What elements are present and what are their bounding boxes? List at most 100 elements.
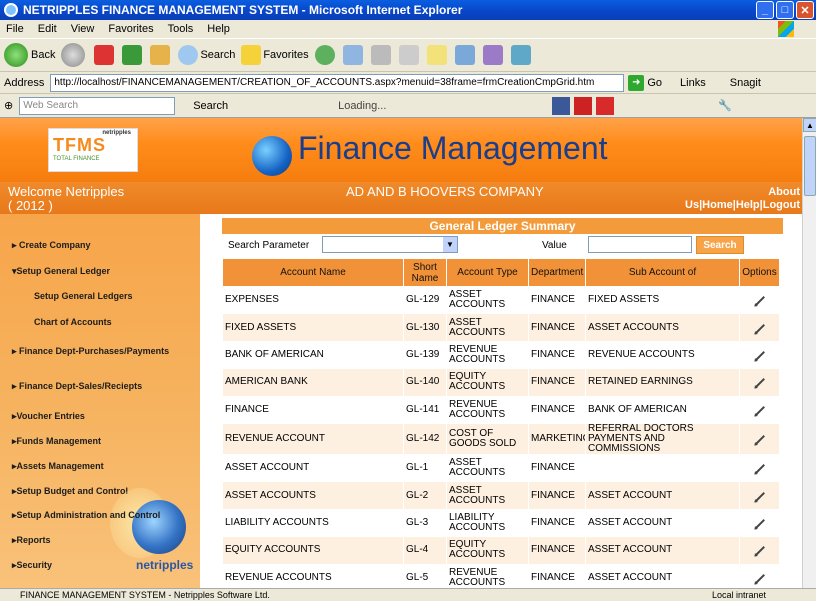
favorites-button[interactable]: Favorites bbox=[241, 45, 309, 65]
sidebar-item-finance-sales[interactable]: ▸ Finance Dept-Sales/Reciepts bbox=[12, 381, 142, 392]
print-button[interactable] bbox=[370, 45, 393, 65]
search-submit-button[interactable]: Search bbox=[696, 236, 744, 254]
cell-options bbox=[739, 368, 780, 397]
edit-pencil-icon[interactable] bbox=[754, 464, 765, 475]
help-link[interactable]: Help bbox=[736, 199, 760, 211]
menu-view[interactable]: View bbox=[71, 23, 95, 35]
forward-button[interactable] bbox=[61, 43, 88, 67]
menu-help[interactable]: Help bbox=[207, 23, 230, 35]
refresh-button[interactable] bbox=[122, 45, 144, 65]
history-button[interactable] bbox=[314, 45, 337, 65]
sidebar-item-reports[interactable]: ▸Reports bbox=[12, 535, 51, 546]
search-parameter-select[interactable]: ▼ bbox=[322, 236, 458, 253]
sidebar-item-setup-general-ledger[interactable]: ▾Setup General Ledger bbox=[12, 266, 110, 277]
messenger-icon bbox=[482, 45, 503, 65]
scroll-thumb[interactable] bbox=[804, 136, 816, 196]
web-search-button[interactable]: Search bbox=[193, 100, 228, 112]
cell-short-name: GL-140 bbox=[403, 368, 447, 397]
page-scrollbar[interactable]: ▲ bbox=[802, 118, 816, 588]
cell-account-type: REVENUE ACCOUNTS bbox=[446, 395, 529, 424]
netripples-globe-icon bbox=[132, 500, 186, 554]
wrench-icon[interactable]: 🔧 bbox=[718, 99, 732, 112]
cell-sub-account: BANK OF AMERICAN bbox=[585, 395, 740, 424]
edit-pencil-icon[interactable] bbox=[754, 546, 765, 557]
col-department[interactable]: Department bbox=[528, 258, 586, 287]
edit-pencil-icon[interactable] bbox=[754, 378, 765, 389]
cell-short-name: GL-3 bbox=[403, 508, 447, 538]
mail-button[interactable] bbox=[342, 45, 365, 65]
chevron-down-icon: ▼ bbox=[443, 237, 457, 252]
edit-page-icon bbox=[398, 45, 419, 65]
cell-account-type: ASSET ACCOUNTS bbox=[446, 481, 529, 510]
cell-department: MARKETING bbox=[528, 422, 586, 455]
edit-pencil-icon[interactable] bbox=[754, 573, 765, 584]
menu-tools[interactable]: Tools bbox=[168, 23, 194, 35]
value-input[interactable] bbox=[588, 236, 692, 253]
snagit-button[interactable]: Snagit bbox=[730, 77, 761, 89]
links-label[interactable]: Links bbox=[680, 77, 706, 89]
sidebar-item-create-company[interactable]: ▸ Create Company bbox=[12, 240, 91, 251]
cell-department: FINANCE bbox=[528, 481, 586, 510]
facebook-icon[interactable] bbox=[552, 96, 571, 115]
sidebar-item-budget-control[interactable]: ▸Setup Budget and Control bbox=[12, 486, 128, 497]
sidebar-subitem-setup-general-ledgers[interactable]: Setup General Ledgers bbox=[34, 291, 133, 301]
edit-pencil-icon[interactable] bbox=[754, 405, 765, 416]
edit-pencil-icon[interactable] bbox=[754, 323, 765, 334]
cell-sub-account bbox=[585, 453, 740, 483]
menu-edit[interactable]: Edit bbox=[38, 23, 57, 35]
table-row: LIABILITY ACCOUNTS GL-3 LIABILITY ACCOUNTS… bbox=[222, 508, 780, 538]
menu-file[interactable]: File bbox=[6, 23, 24, 35]
page-content: netripples TFMS TOTAL FINANCE Finance Ma… bbox=[0, 118, 802, 588]
col-account-name[interactable]: Account Name bbox=[222, 258, 404, 287]
go-button[interactable]: ➜ Go bbox=[628, 74, 662, 91]
cell-sub-account: ASSET ACCOUNTS bbox=[585, 313, 740, 342]
cell-department: FINANCE bbox=[528, 395, 586, 424]
sidebar-item-admin-control[interactable]: ▸Setup Administration and Control bbox=[12, 510, 160, 521]
sidebar-item-voucher-entries[interactable]: ▸Voucher Entries bbox=[12, 411, 85, 422]
edit-pencil-icon[interactable] bbox=[754, 518, 765, 529]
col-account-type[interactable]: Account Type bbox=[446, 258, 529, 287]
cell-options bbox=[739, 508, 780, 538]
web-search-input[interactable]: Web Search bbox=[19, 96, 176, 115]
sidebar-item-finance-purchases[interactable]: ▸ Finance Dept-Purchases/Payments bbox=[12, 346, 169, 357]
add-icon[interactable]: ⊕ bbox=[4, 99, 13, 112]
home-link[interactable]: Home bbox=[702, 199, 733, 211]
about-link[interactable]: About bbox=[768, 186, 800, 198]
col-sub-account[interactable]: Sub Account of bbox=[585, 258, 740, 287]
cell-account-type: ASSET ACCOUNTS bbox=[446, 285, 529, 315]
about-us-link[interactable]: Us bbox=[685, 199, 699, 211]
maximize-button[interactable]: □ bbox=[776, 1, 794, 19]
sidebar-item-funds-management[interactable]: ▸Funds Management bbox=[12, 436, 101, 447]
panel-title: General Ledger Summary bbox=[222, 218, 783, 234]
logout-link[interactable]: Logout bbox=[763, 199, 800, 211]
close-button[interactable]: ✕ bbox=[796, 1, 814, 19]
edit-pencil-icon[interactable] bbox=[754, 351, 765, 361]
search-button[interactable]: Search bbox=[178, 45, 235, 65]
cell-sub-account: ASSET ACCOUNT bbox=[585, 563, 740, 588]
cell-account-name: REVENUE ACCOUNT bbox=[222, 422, 404, 455]
address-input[interactable]: http://localhost/FINANCEMANAGEMENT/CREAT… bbox=[50, 73, 625, 92]
windows-logo-icon bbox=[778, 21, 794, 37]
minimize-button[interactable]: _ bbox=[756, 1, 774, 19]
edit-button[interactable] bbox=[398, 45, 421, 65]
cell-account-name: EXPENSES bbox=[222, 285, 404, 315]
cell-short-name: GL-130 bbox=[403, 313, 447, 342]
sidebar-subitem-chart-of-accounts[interactable]: Chart of Accounts bbox=[34, 317, 112, 327]
home-button[interactable] bbox=[150, 45, 172, 65]
scroll-up-icon[interactable]: ▲ bbox=[803, 118, 816, 132]
sidebar-item-security[interactable]: ▸Security bbox=[12, 560, 52, 571]
stop-button[interactable] bbox=[94, 45, 116, 65]
col-short-name[interactable]: Short Name bbox=[403, 258, 447, 287]
play-video-icon[interactable] bbox=[574, 96, 593, 115]
users-button[interactable] bbox=[510, 45, 533, 65]
edit-pencil-icon[interactable] bbox=[754, 296, 765, 307]
edit-pencil-icon[interactable] bbox=[754, 435, 765, 445]
messenger-button[interactable] bbox=[482, 45, 505, 65]
research-button[interactable] bbox=[454, 45, 477, 65]
cb-icon[interactable] bbox=[596, 96, 615, 115]
back-button[interactable]: Back bbox=[4, 43, 55, 67]
edit-pencil-icon[interactable] bbox=[754, 491, 765, 502]
menu-favorites[interactable]: Favorites bbox=[108, 23, 153, 35]
discuss-button[interactable] bbox=[426, 45, 449, 65]
sidebar-item-assets-management[interactable]: ▸Assets Management bbox=[12, 461, 104, 472]
